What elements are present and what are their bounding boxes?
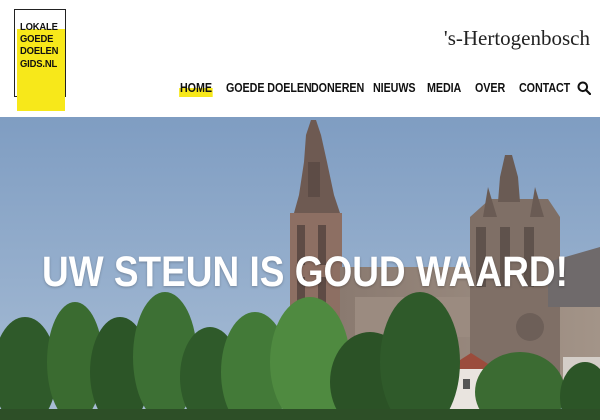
logo-line-4: GIDS.NL [20,57,58,70]
nav-item-contact[interactable]: CONTACT [519,81,570,95]
nav-item-home[interactable]: HOME [179,81,213,97]
nav-item-goede-doelen[interactable]: GOEDE DOELEN [226,81,312,95]
logo-line-1: LOKALE [20,21,58,33]
site-logo[interactable]: LOKALE GOEDE DOELEN GIDS.NL [14,9,68,111]
nav-item-doneren[interactable]: DONEREN [311,81,364,95]
search-icon[interactable] [577,81,591,95]
logo-line-3: DOELEN [20,45,59,58]
logo-line-2: GOEDE [20,33,54,46]
city-name: 's-Hertogenbosch [443,26,590,50]
nav-item-over[interactable]: OVER [475,81,505,95]
hero-banner: UW STEUN IS GOUD WAARD! [0,117,600,420]
nav-item-nieuws[interactable]: NIEUWS [373,81,416,95]
hero-title: UW STEUN IS GOUD WAARD! [42,248,568,296]
nav-item-media[interactable]: MEDIA [427,81,461,95]
logo-text: LOKALE GOEDE DOELEN GIDS.NL [20,21,58,70]
site-header: LOKALE GOEDE DOELEN GIDS.NL 's-Hertogenb… [0,0,600,117]
